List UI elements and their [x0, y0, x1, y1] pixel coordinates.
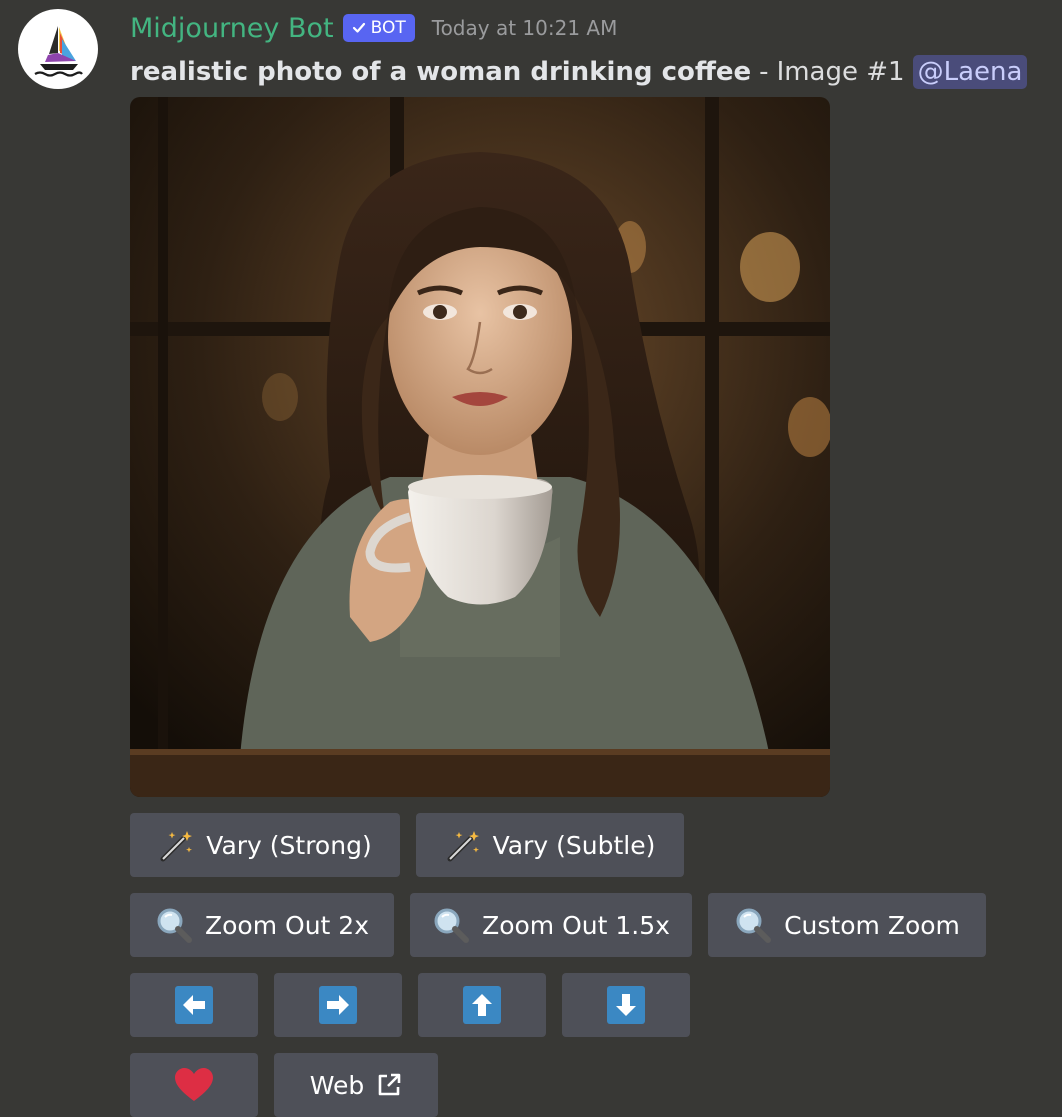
bot-badge: BOT: [342, 14, 415, 42]
favorite-button[interactable]: [130, 1053, 258, 1117]
bot-avatar[interactable]: [18, 9, 98, 89]
magnifying-glass-icon: [157, 908, 192, 943]
prompt-text: realistic photo of a woman drinking coff…: [130, 57, 752, 87]
arrow-right-icon: [319, 986, 357, 1024]
sailboat-logo-icon: [34, 26, 83, 77]
vary-subtle-button[interactable]: Vary (Subtle): [416, 813, 684, 877]
vary-strong-button[interactable]: Vary (Strong): [130, 813, 400, 877]
external-link-icon: [378, 1073, 401, 1096]
bot-badge-label: BOT: [370, 18, 406, 38]
pan-left-button[interactable]: [130, 973, 258, 1037]
arrow-up-icon: [463, 986, 501, 1024]
verified-check-icon: [352, 22, 365, 33]
message-header: Midjourney Bot BOT Today at 10:21 AM: [130, 8, 617, 48]
custom-zoom-label: Custom Zoom: [784, 910, 960, 940]
message-content: realistic photo of a woman drinking coff…: [130, 50, 1028, 94]
magic-wand-icon: [160, 831, 193, 862]
zoom-out-2x-label: Zoom Out 2x: [205, 910, 369, 940]
zoom-out-2x-button[interactable]: Zoom Out 2x: [130, 893, 394, 957]
message-timestamp[interactable]: Today at 10:21 AM: [432, 16, 618, 40]
vary-strong-label: Vary (Strong): [206, 830, 372, 860]
web-label: Web: [309, 1070, 365, 1100]
arrow-down-icon: [607, 986, 645, 1024]
web-button[interactable]: Web: [274, 1053, 438, 1117]
magnifying-glass-icon: [736, 908, 772, 943]
user-mention[interactable]: @Laena: [912, 55, 1028, 89]
vary-subtle-label: Vary (Subtle): [492, 830, 656, 860]
image-label: Image #1: [776, 57, 905, 87]
magic-wand-icon: [447, 831, 479, 862]
custom-zoom-button[interactable]: Custom Zoom: [708, 893, 986, 957]
pan-down-button[interactable]: [562, 973, 690, 1037]
heart-icon: [175, 1068, 213, 1101]
message-separator: -: [759, 57, 769, 87]
arrow-left-icon: [175, 986, 213, 1024]
zoom-out-1-5x-label: Zoom Out 1.5x: [482, 910, 670, 940]
author-name[interactable]: Midjourney Bot: [130, 13, 334, 44]
generated-image[interactable]: [130, 97, 830, 797]
magnifying-glass-icon: [434, 908, 470, 943]
generated-photo-woman-drinking-coffee: [130, 97, 830, 797]
pan-up-button[interactable]: [418, 973, 546, 1037]
zoom-out-1-5x-button[interactable]: Zoom Out 1.5x: [410, 893, 692, 957]
pan-right-button[interactable]: [274, 973, 402, 1037]
